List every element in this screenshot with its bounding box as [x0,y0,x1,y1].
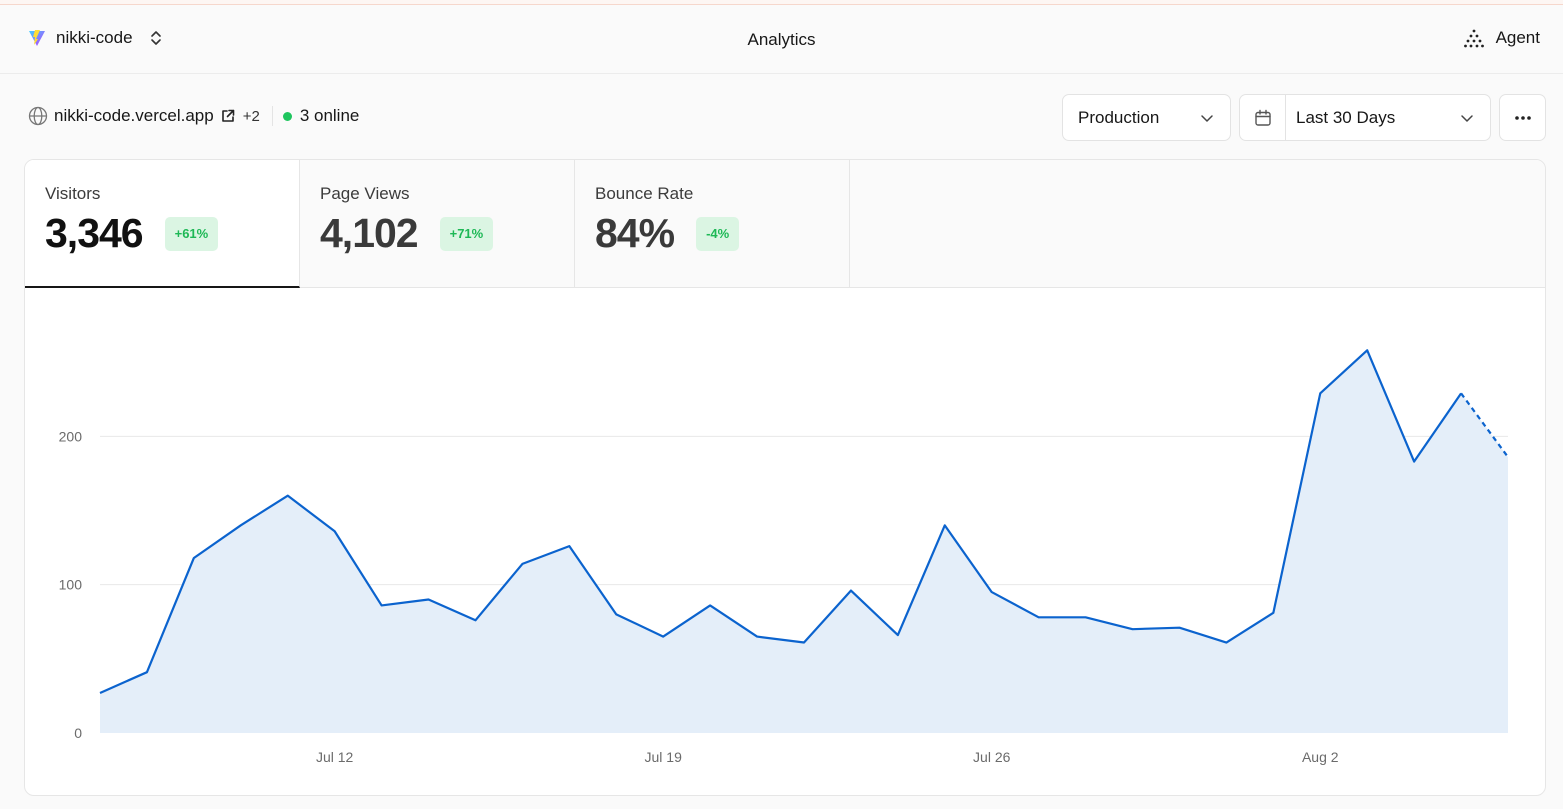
external-link-icon[interactable] [221,109,235,123]
change-badge: +71% [439,216,494,251]
y-tick-label: 200 [59,428,83,444]
environment-select[interactable]: Production [1062,94,1231,141]
extra-domains-count[interactable]: +2 [243,108,260,125]
page-title: Analytics [747,30,816,49]
calendar-icon [1254,109,1271,126]
x-tick-label: Jul 12 [316,749,354,765]
environment-value: Production [1078,107,1160,127]
more-options-button[interactable] [1499,94,1546,141]
tab-value: 4,102 [320,210,419,256]
analytics-card: Visitors 3,346 +61% Page Views 4,102 +71… [24,159,1546,796]
tab-label: Visitors [45,184,101,203]
agent-triangle-icon [1463,29,1484,48]
tab-bounce-rate[interactable]: Bounce Rate 84% -4% [575,160,850,288]
chevron-down-icon [1201,115,1213,122]
online-status-dot [282,111,292,121]
top-bar: nikki-code Analytics Agent [0,6,1563,74]
agent-label: Agent [1495,28,1540,47]
x-tick-label: Aug 2 [1302,749,1339,765]
metric-tabs: Visitors 3,346 +61% Page Views 4,102 +71… [25,160,1545,288]
site-info-bar: nikki-code.vercel.app +2 3 online [28,104,359,128]
y-tick-label: 0 [74,725,82,741]
divider [271,106,273,126]
tab-label: Bounce Rate [595,184,694,203]
visitors-chart-svg: 0 100 200 Jul 12 Jul 19 Jul 26 Aug 2 [59,349,1509,765]
online-count: 3 online [299,106,360,125]
x-tick-label: Jul 26 [973,749,1011,765]
globe-icon [28,106,48,126]
top-accent-strip [0,0,1563,5]
tab-visitors[interactable]: Visitors 3,346 +61% [25,160,300,288]
tab-label: Page Views [320,184,410,203]
change-badge: -4% [696,216,740,251]
ellipsis-icon [1514,115,1531,120]
visitors-chart[interactable]: 0 100 200 Jul 12 Jul 19 Jul 26 Aug 2 [25,288,1545,795]
tab-value: 84% [595,210,675,256]
chevron-down-icon [1461,115,1473,122]
site-domain-link[interactable]: nikki-code.vercel.app [54,106,214,126]
tab-page-views[interactable]: Page Views 4,102 +71% [300,160,575,288]
date-range-select[interactable]: Last 30 Days [1239,94,1491,141]
agent-button[interactable]: Agent [1463,28,1540,48]
y-tick-label: 100 [59,577,83,593]
change-badge: +61% [164,216,219,251]
date-range-value: Last 30 Days [1296,107,1396,127]
calendar-button[interactable] [1240,95,1286,140]
series-area [100,350,1508,733]
tab-value: 3,346 [45,210,144,256]
x-tick-label: Jul 19 [645,749,683,765]
